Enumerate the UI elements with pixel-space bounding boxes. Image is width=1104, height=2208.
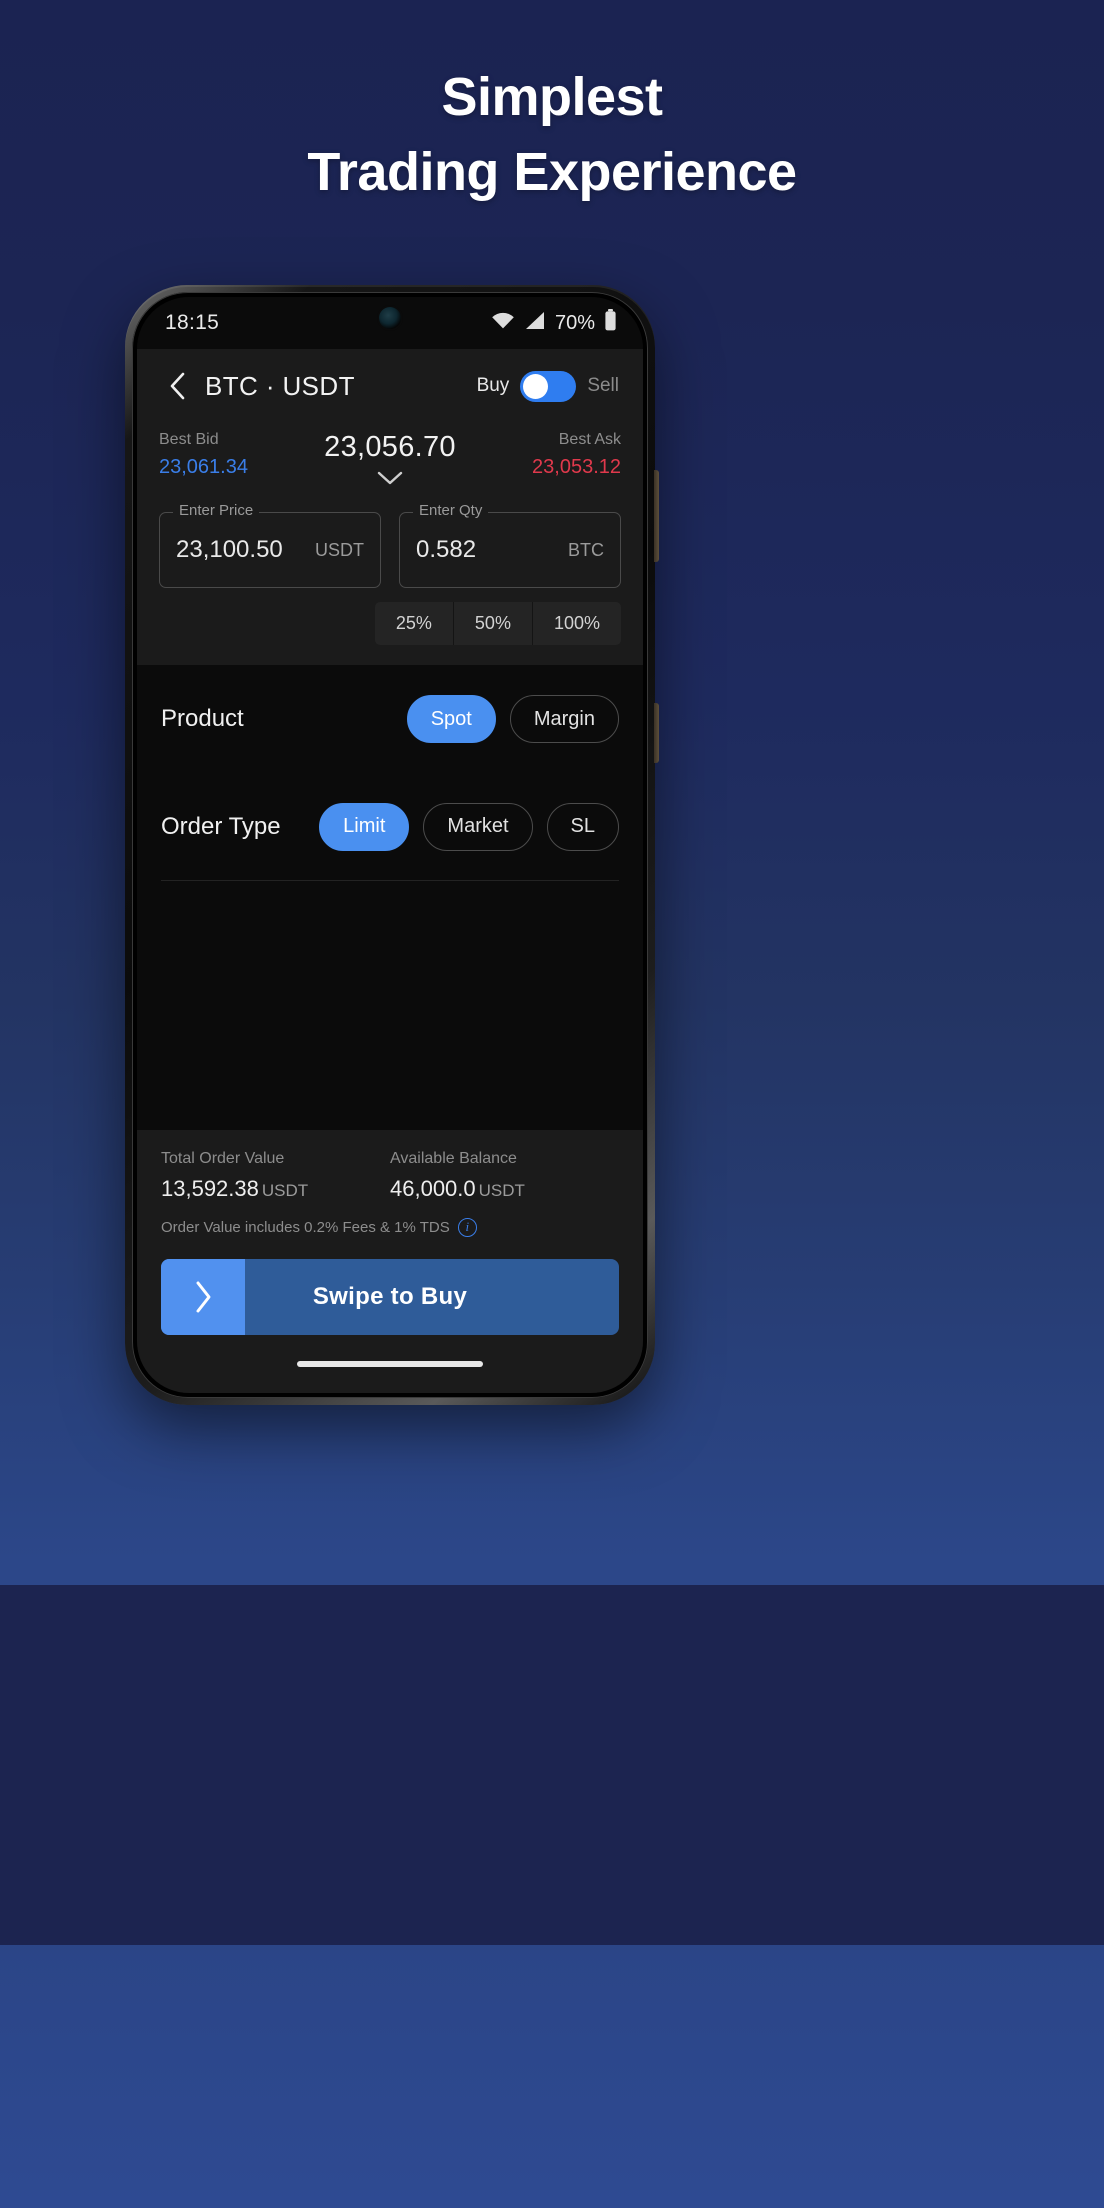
buy-sell-switch[interactable] <box>520 370 577 402</box>
battery-percent-label: 70% <box>554 311 595 334</box>
wifi-icon <box>491 311 515 336</box>
order-inputs-row: Enter Price 23,100.50 USDT Enter Qty 0.5… <box>159 502 621 588</box>
total-order-value-block: Total Order Value 13,592.38 USDT <box>161 1150 390 1202</box>
best-ask-value[interactable]: 23,053.12 <box>471 456 621 479</box>
order-options-section: Product Spot Margin Order Type Limit Mar… <box>137 665 643 1130</box>
market-price-block[interactable]: 23,056.70 <box>309 431 471 486</box>
promo-headline: Simplest Trading Experience <box>0 60 1104 210</box>
volume-button[interactable] <box>654 703 659 763</box>
app-header: BTC · USDT Buy Sell <box>137 349 643 423</box>
cellular-signal-icon <box>524 311 546 336</box>
buy-label[interactable]: Buy <box>477 375 510 397</box>
price-summary-row: Best Bid 23,061.34 23,056.70 Best Ask 23… <box>159 423 621 486</box>
battery-icon <box>604 309 617 337</box>
best-bid-block[interactable]: Best Bid 23,061.34 <box>159 431 309 479</box>
headline-line-2: Trading Experience <box>307 142 797 202</box>
available-balance-value: 46,000.0 USDT <box>390 1176 619 1202</box>
percent-button-25[interactable]: 25% <box>375 602 454 645</box>
home-indicator[interactable] <box>297 1361 483 1367</box>
total-order-value-label: Total Order Value <box>161 1150 285 1167</box>
order-type-row: Order Type Limit Market SL <box>161 773 619 881</box>
order-summary-row: Total Order Value 13,592.38 USDT Availabl… <box>161 1150 619 1202</box>
background-band-bottom <box>0 1945 1104 2208</box>
phone-device-frame: 18:15 70% BTC · USDT Buy Sell Best Bid 2… <box>125 285 659 1405</box>
back-chevron-icon[interactable] <box>157 366 197 406</box>
power-button[interactable] <box>654 470 659 562</box>
order-type-option-market[interactable]: Market <box>423 802 533 851</box>
product-option-spot[interactable]: Spot <box>406 695 496 743</box>
product-options: Spot Margin <box>406 695 619 743</box>
best-ask-block[interactable]: Best Ask 23,053.12 <box>471 431 621 479</box>
info-icon[interactable]: i <box>457 1218 477 1237</box>
status-time: 18:15 <box>165 311 220 334</box>
order-type-option-sl[interactable]: SL <box>546 802 619 851</box>
order-type-option-limit[interactable]: Limit <box>319 802 410 851</box>
swipe-to-buy-button[interactable]: Swipe to Buy <box>161 1259 619 1335</box>
total-order-value-unit: USDT <box>261 1181 309 1200</box>
background-band-mid <box>0 1585 1104 1945</box>
available-balance-label: Available Balance <box>390 1150 517 1167</box>
order-entry-panel: Best Bid 23,061.34 23,056.70 Best Ask 23… <box>137 423 643 665</box>
phone-bezel: 18:15 70% BTC · USDT Buy Sell Best Bid 2… <box>132 292 648 1398</box>
available-balance-unit: USDT <box>478 1181 525 1200</box>
market-price-value: 23,056.70 <box>324 431 456 463</box>
swipe-to-buy-label: Swipe to Buy <box>312 1283 468 1310</box>
sell-label[interactable]: Sell <box>587 375 619 397</box>
product-row: Product Spot Margin <box>161 665 619 773</box>
front-camera-icon <box>379 307 401 329</box>
headline-line-1: Simplest <box>441 67 663 127</box>
price-input-legend: Enter Price <box>173 502 260 519</box>
best-ask-label: Best Ask <box>558 431 621 448</box>
order-type-label: Order Type <box>161 812 281 840</box>
percent-shortcuts-row: 25% 50% 100% <box>159 602 621 645</box>
status-icons-group: 70% <box>491 309 617 337</box>
phone-screen: 18:15 70% BTC · USDT Buy Sell Best Bid 2… <box>137 297 643 1393</box>
total-order-value: 13,592.38 USDT <box>161 1176 390 1202</box>
qty-input-legend: Enter Qty <box>413 502 489 519</box>
price-input-value[interactable]: 23,100.50 <box>176 536 283 564</box>
order-footer: Total Order Value 13,592.38 USDT Availabl… <box>137 1130 643 1335</box>
total-order-value-number: 13,592.38 <box>161 1176 259 1201</box>
available-balance-number: 46,000.0 <box>390 1176 476 1201</box>
order-type-options: Limit Market SL <box>319 802 619 851</box>
fee-note-text: Order Value includes 0.2% Fees & 1% TDS <box>161 1219 450 1236</box>
switch-knob <box>523 373 549 399</box>
qty-input-field[interactable]: Enter Qty 0.582 BTC <box>399 502 621 588</box>
system-nav-bar <box>137 1335 643 1393</box>
percent-button-group: 25% 50% 100% <box>374 602 621 645</box>
percent-button-50[interactable]: 50% <box>454 602 533 645</box>
qty-input-unit: BTC <box>568 539 604 560</box>
percent-button-100[interactable]: 100% <box>533 602 621 645</box>
product-option-margin[interactable]: Margin <box>509 695 619 743</box>
best-bid-label: Best Bid <box>159 431 219 448</box>
price-input-unit: USDT <box>315 539 364 560</box>
available-balance-block: Available Balance 46,000.0 USDT <box>390 1150 619 1202</box>
buy-sell-toggle[interactable]: Buy Sell <box>477 370 619 402</box>
price-input-field[interactable]: Enter Price 23,100.50 USDT <box>159 502 381 588</box>
best-bid-value[interactable]: 23,061.34 <box>159 456 309 479</box>
status-bar: 18:15 70% <box>137 297 643 349</box>
chevron-down-icon[interactable] <box>309 470 471 486</box>
qty-input-value[interactable]: 0.582 <box>416 536 476 564</box>
product-label: Product <box>161 705 244 732</box>
fee-note-row: Order Value includes 0.2% Fees & 1% TDS … <box>161 1218 619 1237</box>
trading-pair-title: BTC · USDT <box>205 370 355 401</box>
